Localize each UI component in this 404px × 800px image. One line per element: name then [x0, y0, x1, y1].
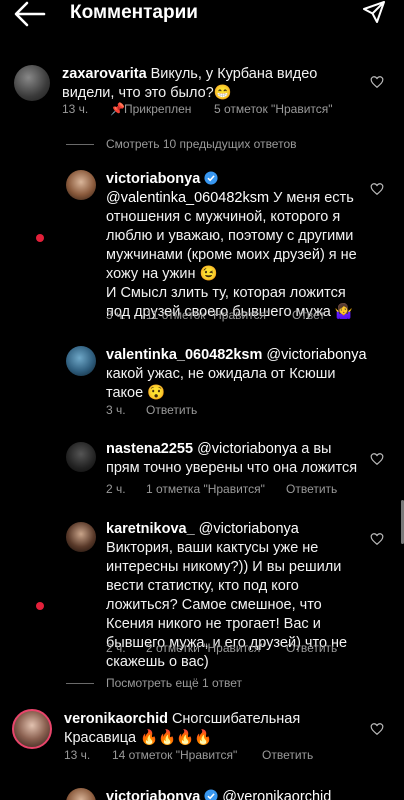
reply-meta: 3 ч. 11 отметок "Нравится" Ответ — [106, 308, 325, 322]
avatar[interactable] — [12, 709, 52, 749]
mention-link[interactable]: @veronikaorchid — [222, 789, 331, 800]
reply-item: nastena2255 @victoriabonya а вы прям точн… — [0, 440, 404, 500]
reply-item-partial: victoriabonya @veronikaorchid — [0, 786, 404, 800]
comment-username[interactable]: zaxarovarita — [62, 66, 147, 82]
comment-meta: 13 ч. 14 отметок "Нравится" Ответить — [64, 748, 313, 762]
reply-meta: 2 ч. 1 отметка "Нравится" Ответить — [106, 482, 337, 496]
likes-count[interactable]: 1 отметка "Нравится" — [146, 482, 286, 496]
reply-time: 2 ч. — [106, 641, 126, 655]
reply-button[interactable]: Ответить — [286, 641, 337, 655]
likes-count[interactable]: 2 отметки "Нравится" — [146, 641, 286, 655]
comment-text: veronikaorchid Сногсшибательная Красавица… — [64, 711, 301, 746]
verified-badge-icon — [204, 171, 218, 185]
reply-time: 2 ч. — [106, 482, 126, 496]
view-more-replies[interactable]: Посмотреть ещё 1 ответ — [66, 676, 242, 690]
avatar[interactable] — [66, 346, 96, 376]
avatar[interactable] — [66, 522, 96, 552]
reply-meta: 3 ч. Ответить — [106, 403, 197, 417]
like-heart-icon[interactable] — [370, 452, 384, 466]
like-heart-icon[interactable] — [370, 182, 384, 196]
mention-link[interactable]: @victoriabonya — [197, 441, 297, 457]
comment-text: zaxarovarita Викуль, у Курбана видео виде… — [62, 66, 318, 101]
pinned-label: Прикреплен — [124, 102, 192, 116]
like-heart-icon[interactable] — [370, 75, 384, 89]
reply-text: victoriabonya@valentinka_060482ksm У мен… — [106, 171, 357, 320]
page-title: Комментарии — [70, 2, 198, 23]
view-previous-replies[interactable]: Смотреть 10 предыдущих ответов — [66, 137, 297, 151]
reply-button[interactable]: Ответ — [292, 308, 325, 322]
mention-link[interactable]: @valentinka_060482ksm — [106, 190, 269, 206]
reply-username[interactable]: nastena2255 — [106, 441, 193, 457]
reply-username[interactable]: karetnikova_ — [106, 521, 195, 537]
unread-indicator — [36, 602, 44, 610]
reply-username[interactable]: victoriabonya — [106, 171, 200, 187]
likes-count[interactable]: 11 отметок "Нравится" — [146, 308, 292, 322]
comment-meta: 13 ч. 📌 Прикреплен 5 отметок "Нравится" — [62, 102, 333, 116]
reply-item: valentinka_060482ksm @victoriabonya какой… — [0, 346, 404, 424]
reply-text: valentinka_060482ksm @victoriabonya какой… — [106, 347, 367, 401]
reply-button[interactable]: Ответить — [286, 482, 337, 496]
comment-time: 13 ч. — [62, 102, 89, 116]
comment-item: zaxarovarita Викуль, у Курбана видео виде… — [0, 60, 404, 120]
header-bar: Комментарии — [0, 0, 404, 48]
comment-time: 13 ч. — [64, 748, 91, 762]
reply-time: 3 ч. — [106, 403, 126, 417]
avatar[interactable] — [14, 65, 50, 101]
reply-text: nastena2255 @victoriabonya а вы прям точн… — [106, 441, 358, 476]
pin-icon: 📌 — [110, 102, 125, 116]
avatar[interactable] — [66, 442, 96, 472]
reply-username[interactable]: valentinka_060482ksm — [106, 347, 262, 363]
likes-count[interactable]: 5 отметок "Нравится" — [214, 102, 333, 116]
likes-count[interactable]: 14 отметок "Нравится" — [112, 748, 262, 762]
comment-username[interactable]: veronikaorchid — [64, 711, 168, 727]
reply-meta: 2 ч. 2 отметки "Нравится" Ответить — [106, 641, 337, 655]
divider-line — [66, 143, 94, 145]
like-heart-icon[interactable] — [370, 722, 384, 736]
verified-badge-icon — [204, 789, 218, 800]
mention-link[interactable]: @victoriabonya — [199, 521, 299, 537]
divider-line — [66, 682, 94, 684]
like-heart-icon[interactable] — [370, 532, 384, 546]
avatar[interactable] — [66, 788, 96, 800]
comment-item: veronikaorchid Сногсшибательная Красавица… — [0, 706, 404, 766]
reply-username[interactable]: victoriabonya — [106, 789, 200, 800]
send-direct-icon[interactable] — [362, 0, 386, 24]
reply-item: victoriabonya@valentinka_060482ksm У мен… — [0, 168, 404, 328]
back-arrow-icon[interactable] — [12, 0, 46, 28]
reply-text: victoriabonya @veronikaorchid — [106, 788, 376, 800]
reply-button[interactable]: Ответить — [262, 748, 313, 762]
reply-button[interactable]: Ответить — [146, 403, 197, 417]
unread-indicator — [36, 234, 44, 242]
mention-link[interactable]: @victoriabonya — [266, 347, 366, 363]
avatar[interactable] — [66, 170, 96, 200]
reply-item: karetnikova_ @victoriabonya Виктория, ваш… — [0, 520, 404, 670]
reply-time: 3 ч. — [106, 308, 126, 322]
